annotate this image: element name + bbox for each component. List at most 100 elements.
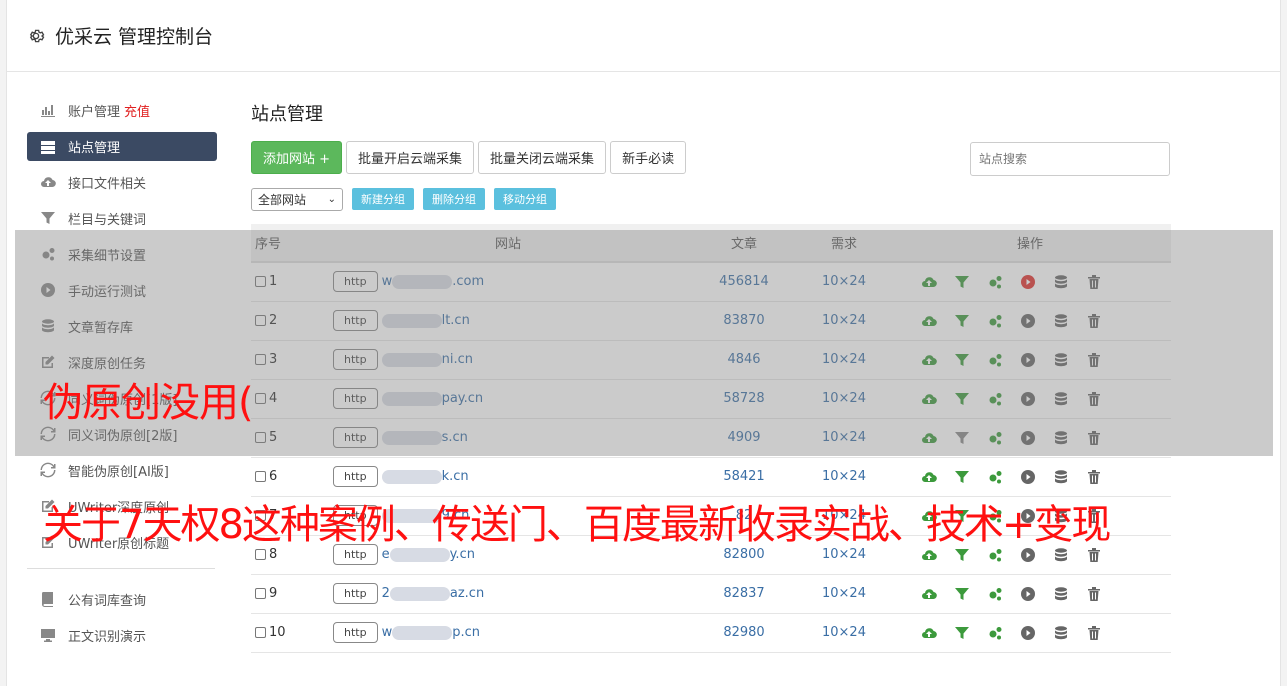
sidebar-item[interactable]: 公有词库查询 xyxy=(27,581,217,617)
play-circle-icon[interactable] xyxy=(1020,313,1036,329)
filter-icon[interactable] xyxy=(954,586,970,602)
recharge-link[interactable]: 充值 xyxy=(124,101,150,120)
sidebar-item[interactable]: 文章暂存库 xyxy=(27,308,217,344)
article-count[interactable]: 82837 xyxy=(689,574,799,614)
site-domain[interactable]: ni.cn xyxy=(442,352,473,367)
site-domain[interactable]: az.cn xyxy=(450,586,484,601)
database-icon[interactable] xyxy=(1053,313,1069,329)
trash-icon[interactable] xyxy=(1086,313,1102,329)
filter-icon[interactable] xyxy=(954,430,970,446)
database-icon[interactable] xyxy=(1053,391,1069,407)
article-count[interactable]: 58421 xyxy=(689,457,799,497)
cloud-upload-icon[interactable] xyxy=(921,430,937,446)
add-site-button[interactable]: 添加网站 + xyxy=(251,140,343,174)
article-count[interactable]: 82980 xyxy=(689,613,799,653)
trash-icon[interactable] xyxy=(1086,430,1102,446)
site-domain[interactable]: pay.cn xyxy=(442,391,484,406)
database-icon[interactable] xyxy=(1053,352,1069,368)
cloud-upload-icon[interactable] xyxy=(921,586,937,602)
site-domain[interactable]: k.cn xyxy=(442,469,469,484)
row-checkbox[interactable] xyxy=(255,432,266,443)
group-select[interactable]: 全部网站 ⌄ xyxy=(251,187,343,211)
sidebar-item[interactable]: 手动运行测试 xyxy=(27,272,217,308)
play-circle-icon[interactable] xyxy=(1020,391,1036,407)
database-icon[interactable] xyxy=(1053,274,1069,290)
database-icon[interactable] xyxy=(1053,625,1069,641)
site-prefix[interactable]: 2 xyxy=(382,586,390,601)
row-checkbox[interactable] xyxy=(255,549,266,560)
gears-icon[interactable] xyxy=(987,625,1003,641)
demand-value[interactable]: 10×24 xyxy=(799,574,889,614)
cloud-upload-icon[interactable] xyxy=(921,352,937,368)
play-circle-icon[interactable] xyxy=(1020,625,1036,641)
trash-icon[interactable] xyxy=(1086,469,1102,485)
play-circle-icon[interactable] xyxy=(1020,352,1036,368)
demand-value[interactable]: 10×24 xyxy=(799,613,889,653)
filter-icon[interactable] xyxy=(954,625,970,641)
trash-icon[interactable] xyxy=(1086,586,1102,602)
demand-value[interactable]: 10×24 xyxy=(799,340,889,380)
filter-icon[interactable] xyxy=(954,352,970,368)
play-circle-icon[interactable] xyxy=(1020,274,1036,290)
play-circle-icon[interactable] xyxy=(1020,430,1036,446)
filter-icon[interactable] xyxy=(954,313,970,329)
filter-icon[interactable] xyxy=(954,274,970,290)
database-icon[interactable] xyxy=(1053,586,1069,602)
play-circle-icon[interactable] xyxy=(1020,469,1036,485)
delete-group-button[interactable]: 删除分组 xyxy=(423,188,485,210)
sidebar-item[interactable]: 栏目与关键词 xyxy=(27,200,217,236)
demand-value[interactable]: 10×24 xyxy=(799,301,889,341)
row-checkbox[interactable] xyxy=(255,627,266,638)
move-group-button[interactable]: 移动分组 xyxy=(494,188,556,210)
gears-icon[interactable] xyxy=(987,391,1003,407)
sidebar-item[interactable]: 正文识别演示 xyxy=(27,617,217,653)
cloud-upload-icon[interactable] xyxy=(921,469,937,485)
trash-icon[interactable] xyxy=(1086,625,1102,641)
trash-icon[interactable] xyxy=(1086,391,1102,407)
sidebar-item[interactable]: 站点管理 xyxy=(27,132,217,161)
sidebar-item[interactable]: 接口文件相关 xyxy=(27,164,217,200)
gears-icon[interactable] xyxy=(987,430,1003,446)
gears-icon[interactable] xyxy=(987,469,1003,485)
row-checkbox[interactable] xyxy=(255,471,266,482)
cloud-upload-icon[interactable] xyxy=(921,274,937,290)
new-group-button[interactable]: 新建分组 xyxy=(352,188,414,210)
trash-icon[interactable] xyxy=(1086,352,1102,368)
sidebar-item[interactable]: 账户管理 充值 xyxy=(27,92,217,128)
article-count[interactable]: 83870 xyxy=(689,301,799,341)
row-checkbox[interactable] xyxy=(255,276,266,288)
cloud-upload-icon[interactable] xyxy=(921,625,937,641)
site-prefix[interactable]: w xyxy=(382,625,393,640)
filter-icon[interactable] xyxy=(954,469,970,485)
site-domain[interactable]: s.cn xyxy=(442,430,468,445)
sidebar-item[interactable]: 智能伪原创[AI版] xyxy=(27,452,217,488)
gears-icon[interactable] xyxy=(987,274,1003,290)
article-count[interactable]: 4846 xyxy=(689,340,799,380)
article-count[interactable]: 4909 xyxy=(689,418,799,458)
batch-enable-cloud-button[interactable]: 批量开启云端采集 xyxy=(346,140,475,174)
row-checkbox[interactable] xyxy=(255,393,266,404)
database-icon[interactable] xyxy=(1053,469,1069,485)
demand-value[interactable]: 10×24 xyxy=(799,379,889,419)
trash-icon[interactable] xyxy=(1086,274,1102,290)
article-count[interactable]: 456814 xyxy=(689,262,799,302)
article-count[interactable]: 58728 xyxy=(689,379,799,419)
beginner-guide-button[interactable]: 新手必读 xyxy=(610,140,687,174)
site-search-input[interactable] xyxy=(970,142,1170,176)
cloud-upload-icon[interactable] xyxy=(921,313,937,329)
sidebar-item[interactable]: 采集细节设置 xyxy=(27,236,217,272)
play-circle-icon[interactable] xyxy=(1020,586,1036,602)
row-checkbox[interactable] xyxy=(255,588,266,599)
row-checkbox[interactable] xyxy=(255,315,266,326)
row-checkbox[interactable] xyxy=(255,354,266,365)
demand-value[interactable]: 10×24 xyxy=(799,418,889,458)
filter-icon[interactable] xyxy=(954,391,970,407)
gears-icon[interactable] xyxy=(987,586,1003,602)
database-icon[interactable] xyxy=(1053,430,1069,446)
site-domain[interactable]: .com xyxy=(452,274,484,289)
gears-icon[interactable] xyxy=(987,313,1003,329)
site-domain[interactable]: p.cn xyxy=(452,625,480,640)
gears-icon[interactable] xyxy=(987,352,1003,368)
cloud-upload-icon[interactable] xyxy=(921,391,937,407)
batch-disable-cloud-button[interactable]: 批量关闭云端采集 xyxy=(478,140,607,174)
